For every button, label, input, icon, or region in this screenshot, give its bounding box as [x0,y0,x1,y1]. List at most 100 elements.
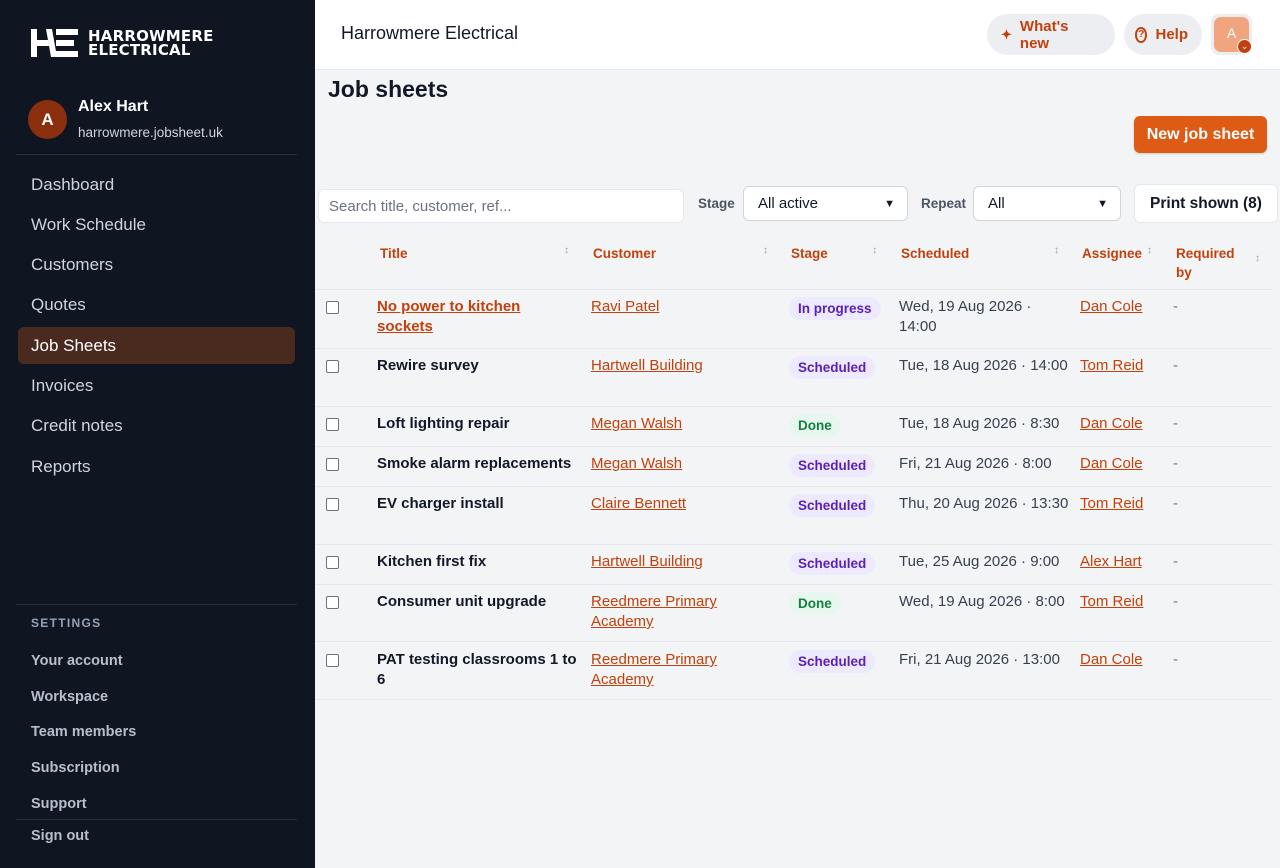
help-button[interactable]: ? Help [1124,14,1202,55]
settings-item-team-members[interactable]: Team members [31,714,136,750]
required-by: - [1173,593,1178,610]
job-title[interactable]: Smoke alarm replacements [377,454,577,474]
customer-link[interactable]: Megan Walsh [591,454,771,474]
assignee-link[interactable]: Dan Cole [1080,414,1143,434]
row-checkbox[interactable] [326,654,339,667]
status-badge: Scheduled [789,356,876,379]
table-row[interactable]: Smoke alarm replacements Megan Walsh Sch… [315,447,1273,487]
stage-filter-select[interactable]: All active ▼ [743,186,908,221]
assignee-link[interactable]: Alex Hart [1080,552,1142,572]
row-checkbox[interactable] [326,418,339,431]
customer-link[interactable]: Ravi Patel [591,297,771,317]
nav-item-reports[interactable]: Reports [18,448,295,485]
assignee-link[interactable]: Dan Cole [1080,454,1143,474]
assignee-link[interactable]: Dan Cole [1080,297,1143,317]
required-by: - [1173,357,1178,374]
nav-item-job-sheets[interactable]: Job Sheets [18,327,295,365]
customer-link[interactable]: Claire Bennett [591,494,771,514]
sort-icon[interactable]: ↕ [872,245,877,256]
table-row[interactable]: PAT testing classrooms 1 to 6 Reedmere P… [315,642,1273,700]
settings-item-workspace[interactable]: Workspace [31,679,136,715]
user-name: Alex Hart [78,98,149,115]
column-header-required-by[interactable]: Required by [1176,244,1246,282]
row-checkbox[interactable] [326,301,339,314]
sort-icon[interactable]: ↕ [1054,245,1059,256]
job-title[interactable]: EV charger install [377,494,573,514]
divider [16,819,297,820]
row-checkbox[interactable] [326,498,339,511]
customer-link[interactable]: Megan Walsh [591,414,771,434]
assignee-link[interactable]: Tom Reid [1080,592,1143,612]
stage-filter-label: Stage [698,196,735,211]
account-menu-button[interactable]: A ⌄ [1211,14,1252,55]
required-by: - [1173,415,1178,432]
customer-link[interactable]: Hartwell Building [591,552,771,572]
table-row[interactable]: Kitchen first fix Hartwell Building Sche… [315,545,1273,585]
page-title: Job sheets [328,76,449,102]
nav-item-invoices[interactable]: Invoices [18,367,295,404]
stage-filter-value: All active [758,195,819,212]
job-title[interactable]: Kitchen first fix [377,552,573,572]
scheduled-time: Wed, 19 Aug 2026 · 8:00 [899,593,1065,610]
table-row[interactable]: EV charger install Claire Bennett Schedu… [315,487,1273,545]
nav-item-work-schedule[interactable]: Work Schedule [18,206,295,243]
divider [16,154,297,155]
settings-item-support[interactable]: Support [31,786,136,822]
settings-item-subscription[interactable]: Subscription [31,750,136,786]
status-badge: Scheduled [789,454,876,477]
chevron-down-icon: ▼ [884,197,895,210]
search-input[interactable] [318,189,684,223]
row-checkbox[interactable] [326,596,339,609]
assignee-link[interactable]: Dan Cole [1080,650,1143,670]
settings-nav: Your account Workspace Team members Subs… [31,643,136,821]
table-row[interactable]: Consumer unit upgrade Reedmere Primary A… [315,585,1273,642]
job-title[interactable]: Consumer unit upgrade [377,592,573,612]
assignee-link[interactable]: Tom Reid [1080,356,1143,376]
sort-icon[interactable]: ↕ [1255,253,1260,264]
divider [16,604,297,605]
required-by: - [1173,455,1178,472]
column-header-assignee[interactable]: Assignee [1082,244,1142,263]
required-by: - [1173,651,1178,668]
row-checkbox[interactable] [326,556,339,569]
column-header-stage[interactable]: Stage [791,244,828,263]
sign-out-link[interactable]: Sign out [31,828,89,844]
assignee-link[interactable]: Tom Reid [1080,494,1143,514]
help-label: Help [1155,26,1188,43]
scheduled-time: Wed, 19 Aug 2026 · 14:00 [899,298,1032,335]
customer-link[interactable]: Hartwell Building [591,356,771,376]
repeat-filter-select[interactable]: All ▼ [973,186,1121,221]
table-row[interactable]: Loft lighting repair Megan Walsh Done Tu… [315,407,1273,447]
required-by: - [1173,495,1178,512]
user-block: A Alex Hart harrowmere.jobsheet.uk [28,96,223,140]
new-job-sheet-button[interactable]: New job sheet [1134,116,1267,153]
job-title[interactable]: No power to kitchen sockets [377,297,573,337]
nav-item-quotes[interactable]: Quotes [18,287,295,324]
job-title[interactable]: Rewire survey [377,356,573,376]
print-shown-button[interactable]: Print shown (8) [1134,184,1278,223]
logo-mark-icon [31,29,78,57]
column-header-title[interactable]: Title [380,244,408,263]
table-row[interactable]: No power to kitchen sockets Ravi Patel I… [315,290,1273,349]
row-checkbox[interactable] [326,360,339,373]
settings-item-your-account[interactable]: Your account [31,643,136,679]
nav-item-customers[interactable]: Customers [18,247,295,284]
customer-link[interactable]: Reedmere Primary Academy [591,592,741,632]
job-title[interactable]: Loft lighting repair [377,414,573,434]
whats-new-button[interactable]: ✦ What's new [987,14,1115,55]
sort-icon[interactable]: ↕ [763,245,768,256]
job-title[interactable]: PAT testing classrooms 1 to 6 [377,650,577,690]
table-row[interactable]: Rewire survey Hartwell Building Schedule… [315,349,1273,407]
topbar: Harrowmere Electrical ✦ What's new ? Hel… [315,0,1280,70]
brand-logo[interactable]: HARROWMERE ELECTRICAL [30,28,214,58]
column-header-customer[interactable]: Customer [593,244,656,263]
nav-item-credit-notes[interactable]: Credit notes [18,408,295,445]
row-checkbox[interactable] [326,458,339,471]
nav-item-dashboard[interactable]: Dashboard [18,166,295,203]
status-badge: In progress [789,297,881,320]
app-title: Harrowmere Electrical [341,23,519,43]
sort-icon[interactable]: ↕ [564,245,569,256]
column-header-scheduled[interactable]: Scheduled [901,244,969,263]
sort-icon[interactable]: ↕ [1147,245,1152,256]
customer-link[interactable]: Reedmere Primary Academy [591,650,741,690]
